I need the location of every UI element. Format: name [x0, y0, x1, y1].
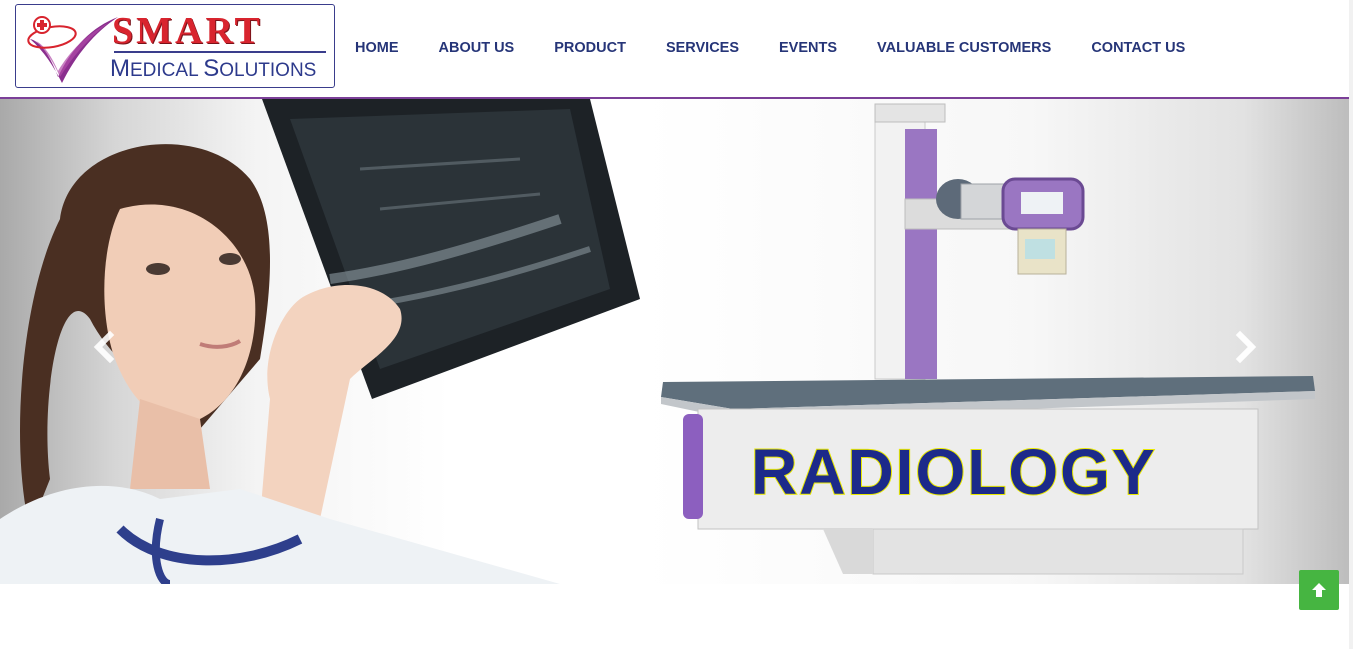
nav-events[interactable]: EVENTS: [779, 37, 837, 59]
logo[interactable]: SMART MEDICAL SOLUTIONS: [15, 4, 335, 88]
main-nav: HOME ABOUT US PRODUCT SERVICES EVENTS VA…: [355, 37, 1185, 59]
nav-about-us[interactable]: ABOUT US: [439, 37, 515, 59]
logo-divider: [114, 51, 326, 53]
back-to-top-button[interactable]: [1299, 570, 1339, 610]
carousel-prev-button[interactable]: [90, 329, 120, 365]
logo-check-mark-icon: [27, 16, 118, 83]
logo-title: SMART: [112, 10, 263, 52]
nav-home[interactable]: HOME: [355, 37, 399, 59]
arrow-up-icon: [1312, 583, 1326, 597]
site-header: SMART MEDICAL SOLUTIONS HOME ABOUT US PR…: [0, 0, 1349, 99]
chevron-left-icon: [93, 330, 115, 364]
nav-contact-us[interactable]: CONTACT US: [1091, 37, 1185, 59]
nav-product[interactable]: PRODUCT: [554, 37, 626, 59]
page-scrollbar[interactable]: [1349, 0, 1353, 649]
chevron-right-icon: [1235, 330, 1257, 364]
logo-subtitle: MEDICAL SOLUTIONS: [110, 55, 317, 82]
carousel-next-button[interactable]: [1230, 329, 1260, 365]
slide-caption: RADIOLOGY: [750, 435, 1157, 509]
nav-valuable-customers[interactable]: VALUABLE CUSTOMERS: [877, 37, 1051, 59]
hero-carousel: RADIOLOGY: [0, 99, 1349, 584]
nav-services[interactable]: SERVICES: [666, 37, 739, 59]
